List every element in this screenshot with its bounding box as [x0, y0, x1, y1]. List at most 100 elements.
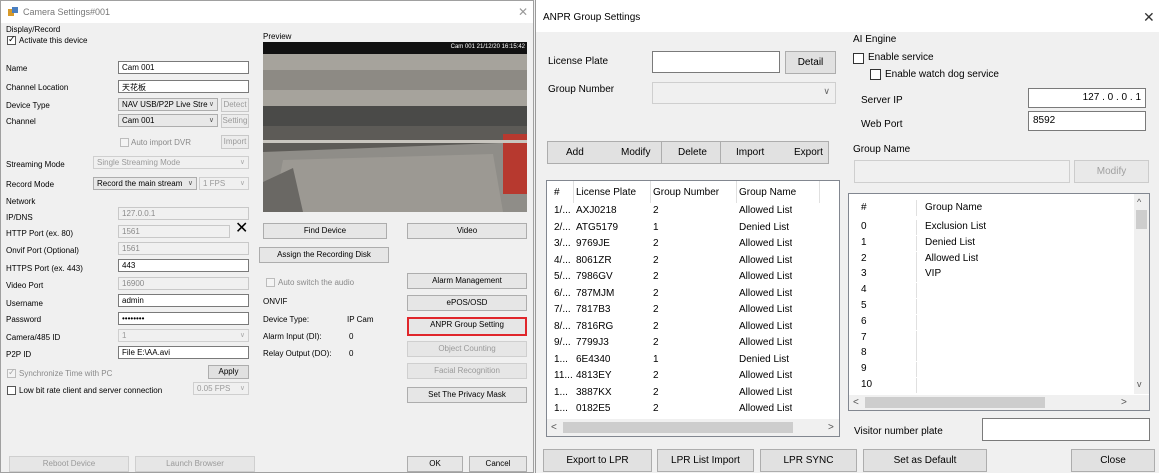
launch-browser-button[interactable]: Launch Browser: [135, 456, 255, 472]
horizontal-scrollbar[interactable]: < >: [849, 395, 1149, 410]
license-plate-table[interactable]: # License Plate Group Number Group Name …: [546, 180, 840, 437]
object-counting-button[interactable]: Object Counting: [407, 341, 527, 357]
record-mode-select[interactable]: Record the main stream ∨: [93, 177, 197, 190]
table-row[interactable]: 6/... 787MJM 2 Allowed List: [547, 286, 839, 302]
auto-import-dvr-checkbox[interactable]: [120, 138, 129, 147]
video-port-field[interactable]: 16900: [118, 277, 249, 290]
visitor-plate-input[interactable]: [982, 418, 1150, 441]
scrollbar-thumb[interactable]: [563, 422, 793, 433]
channel-location-field[interactable]: 天花板: [118, 80, 249, 93]
table-row[interactable]: 0 Exclusion List: [849, 220, 1133, 235]
onvif-port-field[interactable]: 1561: [118, 242, 249, 255]
channel-select[interactable]: Cam 001 ∨: [118, 114, 218, 127]
detail-button[interactable]: Detail: [785, 51, 836, 74]
record-fps-select[interactable]: 1 FPS ∨: [199, 177, 249, 190]
table-row[interactable]: 9/... 7799J3 2 Allowed List: [547, 335, 839, 351]
scrollbar-thumb[interactable]: [1136, 210, 1147, 229]
lpr-list-import-button[interactable]: LPR List Import: [657, 449, 754, 472]
chevron-right-icon[interactable]: >: [828, 422, 834, 433]
modify-button[interactable]: Modify: [621, 147, 650, 158]
low-bitrate-checkbox[interactable]: [7, 386, 16, 395]
activate-device-checkbox[interactable]: [7, 34, 16, 45]
column-header[interactable]: #: [861, 202, 867, 213]
table-row[interactable]: 4/... 8061ZR 2 Allowed List: [547, 253, 839, 269]
facial-recognition-button[interactable]: Facial Recognition: [407, 363, 527, 379]
delete-button[interactable]: Delete: [678, 147, 707, 158]
enable-watchdog-checkbox[interactable]: [870, 69, 881, 80]
video-button[interactable]: Video: [407, 223, 527, 239]
table-row[interactable]: 4: [849, 283, 1133, 299]
table-row[interactable]: 5/... 7986GV 2 Allowed List: [547, 269, 839, 285]
table-row[interactable]: 3/... 9769JE 2 Allowed List: [547, 236, 839, 252]
table-row[interactable]: 8/... 7816RG 2 Allowed List: [547, 319, 839, 335]
column-header[interactable]: Group Name: [739, 187, 796, 198]
table-row[interactable]: 5: [849, 299, 1133, 314]
reboot-device-button[interactable]: Reboot Device: [9, 456, 129, 472]
web-port-field[interactable]: 8592: [1028, 111, 1146, 131]
horizontal-scrollbar[interactable]: < >: [547, 419, 839, 436]
chevron-up-icon[interactable]: ^: [1137, 197, 1141, 207]
privacy-mask-button[interactable]: Set The Privacy Mask: [407, 387, 527, 403]
detect-button[interactable]: Detect: [221, 98, 249, 112]
import-button[interactable]: Import: [221, 135, 249, 149]
cancel-button[interactable]: Cancel: [469, 456, 527, 472]
auto-switch-audio-checkbox[interactable]: [266, 278, 275, 287]
table-row[interactable]: 2/... ATG5179 1 Denied List: [547, 220, 839, 236]
chevron-down-icon[interactable]: v: [1137, 379, 1142, 389]
https-port-field[interactable]: 443: [118, 259, 249, 272]
group-modify-button[interactable]: Modify: [1074, 160, 1149, 183]
table-row[interactable]: 6: [849, 314, 1133, 330]
export-button[interactable]: Export: [794, 147, 823, 158]
table-row[interactable]: 1/... AXJ0218 2 Allowed List: [547, 203, 839, 219]
table-row[interactable]: 7: [849, 330, 1133, 346]
close-button[interactable]: Close: [1071, 449, 1155, 472]
group-name-input[interactable]: [854, 160, 1070, 183]
table-row[interactable]: 8: [849, 346, 1133, 362]
scrollbar-thumb[interactable]: [865, 397, 1045, 408]
chevron-left-icon[interactable]: <: [551, 422, 557, 433]
table-row[interactable]: 11... 4813EY 2 Allowed List: [547, 368, 839, 384]
alarm-management-button[interactable]: Alarm Management: [407, 273, 527, 289]
p2p-id-field[interactable]: File E:\AA.avi: [118, 346, 249, 359]
anpr-group-setting-button[interactable]: ANPR Group Setting: [407, 317, 527, 336]
table-row[interactable]: 1... 6E4340 1 Denied List: [547, 352, 839, 368]
column-header[interactable]: License Plate: [576, 187, 636, 198]
name-field[interactable]: Cam 001: [118, 61, 249, 74]
table-row[interactable]: 3 VIP: [849, 267, 1133, 283]
password-field[interactable]: ••••••••: [118, 312, 249, 325]
device-type-select[interactable]: NAV USB/P2P Live Stre ∨: [118, 98, 218, 111]
find-device-button[interactable]: Find Device: [263, 223, 387, 239]
ok-button[interactable]: OK: [407, 456, 463, 472]
username-field[interactable]: admin: [118, 294, 249, 307]
close-icon[interactable]: ✕: [518, 5, 528, 19]
sync-time-checkbox[interactable]: [7, 367, 16, 378]
lpr-sync-button[interactable]: LPR SYNC: [760, 449, 857, 472]
table-row[interactable]: 10: [849, 378, 1133, 393]
set-as-default-button[interactable]: Set as Default: [863, 449, 987, 472]
table-row[interactable]: 1 Denied List: [849, 235, 1133, 251]
table-row[interactable]: 1... 0182E5 2 Allowed List: [547, 401, 839, 417]
close-icon[interactable]: ✕: [235, 221, 248, 237]
assign-recording-disk-button[interactable]: Assign the Recording Disk: [259, 247, 389, 263]
setting-button[interactable]: Setting: [221, 114, 249, 128]
column-header[interactable]: Group Name: [925, 202, 982, 213]
apply-button[interactable]: Apply: [208, 365, 249, 379]
epos-osd-button[interactable]: ePOS/OSD: [407, 295, 527, 311]
table-row[interactable]: 9: [849, 362, 1133, 378]
low-bitrate-fps-select[interactable]: 0.05 FPS ∨: [193, 382, 249, 395]
chevron-right-icon[interactable]: >: [1121, 397, 1127, 408]
add-button[interactable]: Add: [566, 147, 584, 158]
group-table[interactable]: # Group Name 0 Exclusion List 1 Denied List…: [848, 193, 1150, 411]
table-row[interactable]: 1... 3887KX 2 Allowed List: [547, 385, 839, 401]
chevron-left-icon[interactable]: <: [853, 397, 859, 408]
table-row[interactable]: 2 Allowed List: [849, 251, 1133, 267]
import-button[interactable]: Import: [736, 147, 764, 158]
column-header[interactable]: Group Number: [653, 187, 719, 198]
http-port-field[interactable]: 1561: [118, 225, 230, 238]
enable-service-checkbox[interactable]: [853, 53, 864, 64]
ip-dns-field[interactable]: 127.0.0.1: [118, 207, 249, 220]
export-to-lpr-button[interactable]: Export to LPR: [543, 449, 652, 472]
camera-485-id-select[interactable]: 1 ∨: [118, 329, 249, 342]
table-row[interactable]: 7/... 7817B3 2 Allowed List: [547, 302, 839, 318]
vertical-scrollbar[interactable]: ^ v: [1134, 194, 1149, 394]
